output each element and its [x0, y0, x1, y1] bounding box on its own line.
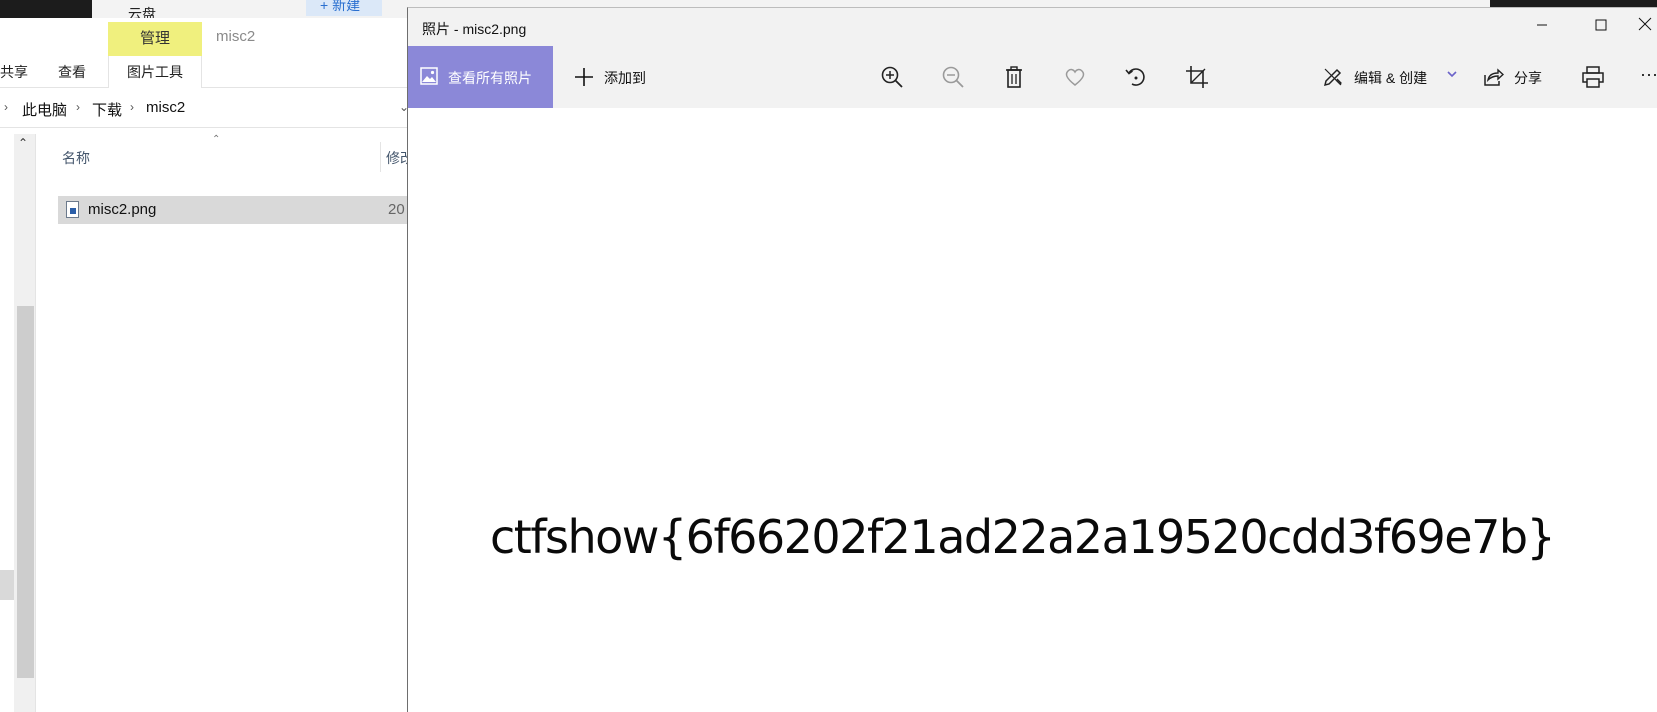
share-label: 分享 [1514, 70, 1542, 86]
breadcrumb-this-pc[interactable]: 此电脑 [22, 99, 67, 120]
photo-gallery-icon [420, 67, 438, 85]
chevron-down-icon [1447, 71, 1457, 78]
chevron-right-icon: › [4, 100, 8, 114]
view-all-photos-label: 查看所有照片 [448, 70, 532, 86]
breadcrumb-downloads[interactable]: 下载 [92, 99, 122, 120]
address-bar[interactable]: › 此电脑 › 下载 › misc2 ⌄ [0, 88, 409, 128]
photos-app-window: 照片 - misc2.png 查看所有照片 添加到 编辑 & 创建 分享 ···… [407, 7, 1657, 712]
column-header-name[interactable]: 名称 [62, 148, 90, 168]
minimize-button[interactable] [1519, 12, 1565, 42]
tab-share[interactable]: 共享 [0, 62, 28, 82]
nav-pane-scrollbar[interactable]: ⌃ [14, 134, 36, 712]
explorer-window-title: misc2 [216, 28, 256, 45]
zoom-out-icon[interactable] [940, 64, 966, 90]
crop-icon[interactable] [1184, 64, 1210, 90]
photo-canvas[interactable]: ctfshow{6f66202f21ad22a2a19520cdd3f69e7b… [408, 108, 1657, 712]
file-row-misc2[interactable]: misc2.png 20 [58, 196, 408, 224]
photos-toolbar: 查看所有照片 添加到 编辑 & 创建 分享 ··· [408, 46, 1657, 108]
image-flag-text: ctfshow{6f66202f21ad22a2a19520cdd3f69e7b… [490, 510, 1556, 564]
file-explorer-window: 管理 misc2 共享 查看 图片工具 › 此电脑 › 下载 › misc2 ⌄… [0, 18, 409, 712]
ribbon: 管理 misc2 共享 查看 图片工具 [0, 18, 408, 88]
file-date: 20 [388, 201, 405, 218]
close-icon [1638, 17, 1652, 31]
tab-view[interactable]: 查看 [58, 62, 86, 82]
zoom-in-icon[interactable] [879, 64, 905, 90]
edit-create-label: 编辑 & 创建 [1354, 70, 1428, 86]
breadcrumb-misc2[interactable]: misc2 [146, 99, 185, 116]
new-button[interactable]: + 新建 [306, 0, 382, 16]
more-options-button[interactable]: ··· [1640, 64, 1657, 90]
png-file-icon [66, 201, 79, 218]
view-all-photos-button[interactable]: 查看所有照片 [408, 46, 553, 108]
edit-pen-icon [1323, 68, 1342, 87]
edit-create-button[interactable]: 编辑 & 创建 [1322, 46, 1462, 108]
file-name: misc2.png [88, 201, 157, 218]
close-button[interactable] [1638, 12, 1657, 42]
column-divider[interactable] [380, 142, 381, 172]
minimize-icon [1537, 24, 1547, 26]
background-dark-region [0, 0, 92, 18]
maximize-icon [1595, 19, 1607, 31]
share-button[interactable]: 分享 [1482, 46, 1562, 108]
window-title: 照片 - misc2.png [422, 21, 527, 37]
add-to-label: 添加到 [604, 70, 646, 86]
tab-manage[interactable]: 管理 [108, 22, 202, 56]
tab-image-tools[interactable]: 图片工具 [108, 56, 202, 88]
maximize-button[interactable] [1578, 12, 1624, 42]
column-header-row: ⌃ 名称 修改日期 [40, 134, 408, 172]
plus-icon [575, 68, 593, 86]
title-bar[interactable]: 照片 - misc2.png [408, 8, 1657, 46]
scrollbar-thumb[interactable] [17, 306, 34, 678]
heart-icon[interactable] [1062, 64, 1088, 90]
nav-pane-selected-item[interactable] [0, 570, 14, 600]
scroll-up-arrow-icon[interactable]: ⌃ [18, 136, 28, 150]
chevron-right-icon: › [76, 100, 80, 114]
chevron-right-icon: › [130, 100, 134, 114]
add-to-button[interactable]: 添加到 [568, 46, 658, 108]
sort-ascending-icon: ⌃ [212, 134, 221, 145]
share-icon [1484, 68, 1504, 86]
rotate-icon[interactable] [1123, 64, 1149, 90]
print-icon[interactable] [1580, 64, 1606, 90]
column-header-modified[interactable]: 修改日期 [386, 148, 408, 168]
delete-icon[interactable] [1001, 64, 1027, 90]
